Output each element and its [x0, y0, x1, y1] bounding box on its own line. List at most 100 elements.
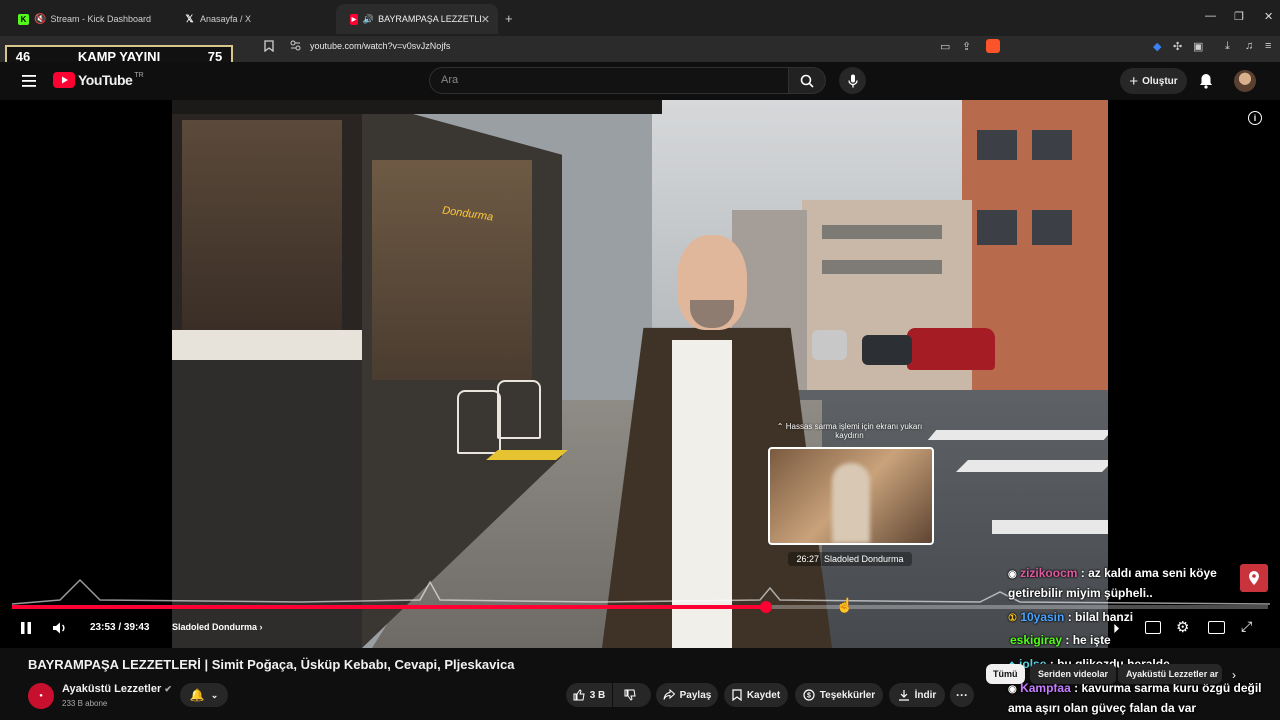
chat-text: getirebilir miyim şüpheli..	[1008, 586, 1153, 600]
thanks-button[interactable]: $ Teşekkürler	[795, 683, 883, 707]
chat-badge-icon: ◉	[1008, 569, 1017, 580]
location-pin-icon	[1240, 564, 1268, 592]
theater-mode-icon[interactable]	[1208, 621, 1225, 634]
close-tab-icon[interactable]: ✕	[481, 13, 490, 26]
more-dots-icon: ···	[956, 688, 968, 702]
dislike-button[interactable]	[613, 683, 651, 707]
svg-text:$: $	[807, 693, 811, 700]
close-window-icon[interactable]: ✕	[1264, 10, 1273, 23]
settings-gear-icon[interactable]: ⚙	[1176, 618, 1189, 636]
info-icon[interactable]: i	[1248, 111, 1262, 125]
bookmark-save-icon	[732, 689, 742, 701]
super-thanks-icon: $	[803, 689, 815, 701]
restore-icon[interactable]: ❐	[1234, 10, 1244, 23]
create-label: Oluştur	[1142, 75, 1178, 87]
cast-icon[interactable]: ▭	[940, 40, 950, 53]
progress-fill	[12, 605, 766, 609]
search-input[interactable]: Ara	[429, 67, 789, 94]
share-page-icon[interactable]: ⇪	[962, 40, 971, 53]
chat-text: bilal hanzi	[1075, 610, 1134, 624]
volume-button[interactable]	[52, 621, 68, 640]
brave-shield-icon[interactable]	[986, 39, 1000, 53]
share-label: Paylaş	[679, 689, 712, 701]
voice-search-button[interactable]	[839, 67, 866, 94]
chat-user: 10yasin	[1020, 610, 1065, 624]
chat-user: zizikoocm	[1020, 566, 1078, 580]
search-icon	[800, 74, 814, 88]
current-time: 23:53	[90, 622, 116, 633]
save-button[interactable]: Kaydet	[724, 683, 788, 707]
chevron-right-icon: ›	[259, 622, 263, 632]
scrub-preview-thumbnail	[768, 447, 934, 545]
scrub-hint-line2: kaydırın	[835, 431, 864, 440]
notifications-bell-icon[interactable]	[1199, 73, 1213, 94]
share-icon	[663, 689, 675, 700]
share-button[interactable]: Paylaş	[656, 683, 718, 707]
chapter-button[interactable]: Sladoled Dondurma ›	[172, 622, 263, 632]
scrub-hint-line1: Hassas sarma işlemi için ekranı yukarı	[785, 422, 923, 431]
channel-avatar[interactable]: ●	[28, 683, 54, 709]
new-tab-icon[interactable]: +	[505, 11, 513, 26]
chat-message: ① 10yasin : bilal hanzi	[1008, 610, 1134, 624]
create-button[interactable]: + Oluştur	[1120, 68, 1187, 94]
scrub-preview-label: 26:27 Sladoled Dondurma	[788, 552, 912, 566]
like-button[interactable]: 3 B	[566, 683, 612, 707]
like-count: 3 B	[589, 689, 606, 701]
chip-series-videos[interactable]: Seriden videolar	[1030, 664, 1117, 684]
progress-scrubber[interactable]	[759, 601, 772, 613]
video-frame: Dondurma ⌃ Hassas sarma işlemi için ekra…	[172, 100, 1108, 648]
verified-icon: ✔	[164, 684, 172, 694]
sidebar-icon[interactable]: ▣	[1193, 40, 1203, 53]
extension-shield-icon[interactable]: ◆	[1153, 40, 1161, 53]
hamburger-menu-icon[interactable]	[22, 74, 36, 92]
subscriber-count: 233 B abone	[62, 699, 108, 708]
minimize-icon[interactable]: —	[1205, 10, 1216, 22]
pause-button[interactable]	[20, 621, 32, 640]
notification-bell-button[interactable]: 🔔 ⌄	[180, 683, 228, 707]
tab-x-home[interactable]: 𝕏 Anasayfa / X	[170, 4, 335, 34]
chips-next-icon[interactable]: ›	[1232, 668, 1236, 682]
chat-text: ama aşırı olan güveç falan da var	[1008, 701, 1197, 715]
cursor-icon: ☝	[836, 597, 854, 613]
chip-channel[interactable]: Ayaküstü Lezzetler ar	[1118, 664, 1222, 684]
preview-chapter: Sladoled Dondurma	[823, 554, 904, 564]
url-field[interactable]: youtube.com/watch?v=v0svJzNojfs	[310, 41, 450, 51]
chat-user: eskigiray	[1010, 633, 1063, 647]
chat-badge-icon: ◉	[1008, 684, 1017, 695]
chip-all[interactable]: Tümü	[986, 664, 1025, 684]
speaker-icon: 🔊	[362, 13, 375, 24]
subtitles-icon[interactable]	[1145, 621, 1161, 634]
media-icon[interactable]: ♫	[1245, 40, 1253, 52]
fullscreen-icon[interactable]: ⤢	[1241, 618, 1252, 635]
tab-label: BAYRAMPAŞA LEZZETLERİ | Simit	[378, 14, 481, 24]
site-settings-icon[interactable]	[290, 40, 301, 54]
youtube-logo-icon	[53, 72, 75, 88]
chat-message: eskigiray : he işte	[1010, 633, 1111, 647]
chat-message: getirebilir miyim şüpheli..	[1008, 586, 1153, 600]
microphone-icon	[847, 74, 858, 87]
channel-name-link[interactable]: Ayaküstü Lezzetler ✔	[62, 683, 172, 695]
video-title: BAYRAMPAŞA LEZZETLERİ | Simit Poğaça, Üs…	[28, 657, 515, 672]
youtube-logo[interactable]: YouTube TR	[53, 72, 144, 88]
scrub-hint: ⌃ Hassas sarma işlemi için ekranı yukarı…	[762, 422, 937, 440]
x-icon: 𝕏	[185, 13, 194, 25]
region-code: TR	[134, 71, 144, 79]
time-separator: /	[118, 622, 122, 633]
chat-text: az kaldı ama seni köye	[1088, 566, 1217, 580]
downloads-icon[interactable]: ⤓	[1225, 40, 1230, 53]
more-actions-button[interactable]: ···	[950, 683, 974, 707]
menu-icon[interactable]: ≡	[1265, 40, 1271, 52]
avatar[interactable]	[1234, 70, 1256, 92]
chapter-title: Sladoled Dondurma	[172, 622, 258, 632]
bell-icon: 🔔	[189, 688, 205, 702]
search-button[interactable]	[788, 67, 826, 94]
thanks-label: Teşekkürler	[819, 689, 876, 701]
bookmark-icon[interactable]	[264, 40, 274, 55]
youtube-logo-text: YouTube	[78, 72, 133, 88]
preview-time: 26:27	[796, 554, 819, 564]
download-button[interactable]: İndir	[889, 683, 945, 707]
progress-track[interactable]	[12, 601, 1268, 613]
extensions-icon[interactable]: ✣	[1173, 40, 1182, 53]
tab-kick-dashboard[interactable]: K 🔇 Stream - Kick Dashboard	[4, 4, 169, 34]
tab-youtube-video[interactable]: ▶ 🔊 BAYRAMPAŞA LEZZETLERİ | Simit ✕	[336, 4, 498, 34]
